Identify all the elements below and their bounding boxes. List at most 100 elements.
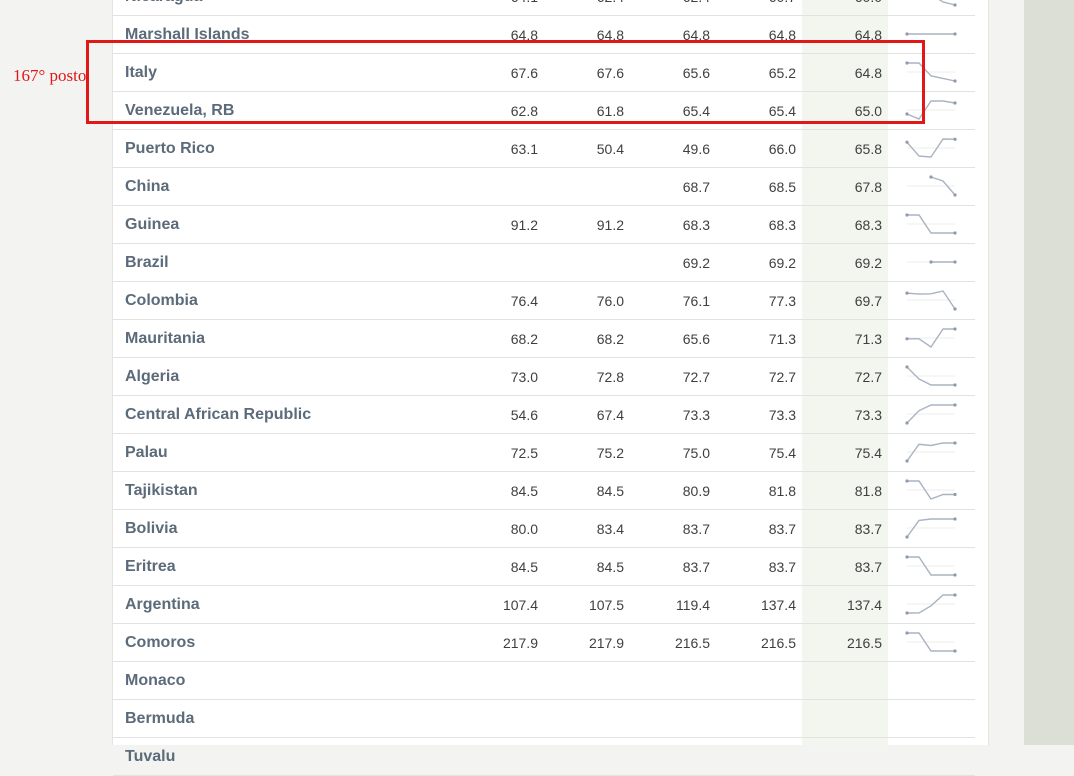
sparkline-endpoint xyxy=(953,193,957,197)
country-link[interactable]: Central African Republic xyxy=(125,406,311,424)
trend-sparkline xyxy=(905,668,957,692)
value-cell: 72.7 xyxy=(682,369,710,385)
table-row[interactable]: Eritrea 84.5 84.5 83.7 83.7 83.7 xyxy=(113,548,975,586)
country-link[interactable]: Tajikistan xyxy=(125,482,198,500)
country-link[interactable]: Eritrea xyxy=(125,558,176,576)
table-row[interactable]: Mauritania 68.2 68.2 65.6 71.3 71.3 xyxy=(113,320,975,358)
value-cell: 73.3 xyxy=(768,407,796,423)
country-link[interactable]: Argentina xyxy=(125,596,200,614)
value-cell: 66.0 xyxy=(768,141,796,157)
trend-sparkline xyxy=(907,175,957,197)
sparkline-endpoint xyxy=(905,479,909,483)
value-cell: 71.3 xyxy=(768,331,796,347)
sparkline-endpoint xyxy=(929,260,933,264)
table-row[interactable]: Brazil 69.2 69.2 69.2 xyxy=(113,244,975,282)
sparkline-endpoint xyxy=(929,175,933,179)
country-link[interactable]: Brazil xyxy=(125,254,169,272)
table-row[interactable]: Comoros 217.9 217.9 216.5 216.5 216.5 xyxy=(113,624,975,662)
value-cell: 71.3 xyxy=(854,331,882,347)
country-link[interactable]: Algeria xyxy=(125,368,179,386)
value-cell: 91.2 xyxy=(596,217,624,233)
value-cell: 65.6 xyxy=(682,331,710,347)
sparkline-endpoint xyxy=(905,291,909,295)
value-cell: 119.4 xyxy=(676,597,710,613)
value-cell: 69.2 xyxy=(768,255,796,271)
value-cell: 83.7 xyxy=(768,521,796,537)
country-link[interactable]: Colombia xyxy=(125,292,198,310)
country-link[interactable]: Puerto Rico xyxy=(125,140,215,158)
table-row[interactable]: Puerto Rico 63.1 50.4 49.6 66.0 65.8 xyxy=(113,130,975,168)
value-cell: 83.7 xyxy=(682,521,710,537)
value-cell: 73.3 xyxy=(854,407,882,423)
country-link[interactable]: Comoros xyxy=(125,634,195,652)
sparkline-endpoint xyxy=(953,137,957,141)
value-cell: 83.7 xyxy=(854,521,882,537)
value-cell: 217.9 xyxy=(502,635,538,651)
value-cell: 67.4 xyxy=(596,407,624,423)
value-cell: 49.6 xyxy=(682,141,710,157)
country-link[interactable]: Guinea xyxy=(125,216,179,234)
value-cell: 68.3 xyxy=(682,217,710,233)
value-cell: 72.7 xyxy=(768,369,796,385)
table-row[interactable]: China 68.7 68.5 67.8 xyxy=(113,168,975,206)
trend-sparkline xyxy=(905,290,957,311)
value-cell: 64.1 xyxy=(478,0,538,5)
sparkline-endpoint xyxy=(953,441,957,445)
value-cell: 68.5 xyxy=(768,179,796,195)
value-cell: 83.4 xyxy=(596,521,624,537)
trend-sparkline xyxy=(905,517,957,539)
value-cell: 83.7 xyxy=(768,559,796,575)
country-link[interactable]: Monaco xyxy=(125,672,185,690)
table-row[interactable]: Palau 72.5 75.2 75.0 75.4 75.4 xyxy=(113,434,975,472)
table-row[interactable]: Colombia 76.4 76.0 76.1 77.3 69.7 xyxy=(113,282,975,320)
trend-sparkline xyxy=(905,706,957,730)
sparkline-endpoint xyxy=(953,231,957,235)
value-cell: 68.2 xyxy=(596,331,624,347)
country-link[interactable]: China xyxy=(125,178,169,196)
sparkline-endpoint xyxy=(905,631,909,635)
country-link[interactable]: Mauritania xyxy=(125,330,205,348)
value-cell: 216.5 xyxy=(674,635,710,651)
value-cell: 54.6 xyxy=(510,407,538,423)
sparkline-endpoint xyxy=(905,611,909,615)
country-link[interactable]: Tuvalu xyxy=(125,748,175,766)
value-cell: 80.9 xyxy=(682,483,710,499)
value-cell: 76.4 xyxy=(510,293,538,309)
value-cell: 84.5 xyxy=(510,483,538,499)
sparkline-endpoint xyxy=(953,79,957,83)
value-cell: 84.5 xyxy=(596,483,624,499)
country-link[interactable]: Bermuda xyxy=(125,710,194,728)
value-cell: 62.4 xyxy=(650,0,710,5)
country-link[interactable]: Nicaragua xyxy=(125,0,202,6)
country-link[interactable]: Palau xyxy=(125,444,168,462)
value-cell: 81.8 xyxy=(854,483,882,499)
trend-sparkline xyxy=(905,593,957,615)
table-row[interactable]: Tajikistan 84.5 84.5 80.9 81.8 81.8 xyxy=(113,472,975,510)
sparkline-endpoint xyxy=(953,403,957,407)
value-cell: 75.4 xyxy=(768,445,796,461)
trend-sparkline xyxy=(905,365,957,387)
value-cell: 50.4 xyxy=(596,141,624,157)
table-row[interactable]: Nicaragua 64.1 62.4 62.4 60.7 60.0 xyxy=(113,0,975,16)
table-row[interactable]: Monaco xyxy=(113,662,975,700)
table-row[interactable]: Central African Republic 54.6 67.4 73.3 73.3… xyxy=(113,396,975,434)
table-row[interactable]: Bermuda xyxy=(113,700,975,738)
trend-sparkline xyxy=(905,213,957,235)
sparkline-endpoint xyxy=(905,337,909,341)
table-row[interactable]: Algeria 73.0 72.8 72.7 72.7 72.7 xyxy=(113,358,975,396)
sparkline-endpoint xyxy=(905,459,909,463)
value-cell: 216.5 xyxy=(760,635,796,651)
value-cell: 69.2 xyxy=(854,255,882,271)
value-cell: 77.3 xyxy=(768,293,796,309)
value-cell: 84.5 xyxy=(510,559,538,575)
table-row[interactable]: Argentina 107.4 107.5 119.4 137.4 137.4 xyxy=(113,586,975,624)
table-row[interactable]: Guinea 91.2 91.2 68.3 68.3 68.3 xyxy=(113,206,975,244)
value-cell: 60.0 xyxy=(822,0,882,5)
country-link[interactable]: Bolivia xyxy=(125,520,177,538)
sparkline-endpoint xyxy=(953,260,957,264)
value-cell: 81.8 xyxy=(768,483,796,499)
trend-sparkline xyxy=(905,403,957,425)
table-row[interactable]: Tuvalu xyxy=(113,738,975,776)
table-row[interactable]: Bolivia 80.0 83.4 83.7 83.7 83.7 xyxy=(113,510,975,548)
value-cell: 68.3 xyxy=(768,217,796,233)
